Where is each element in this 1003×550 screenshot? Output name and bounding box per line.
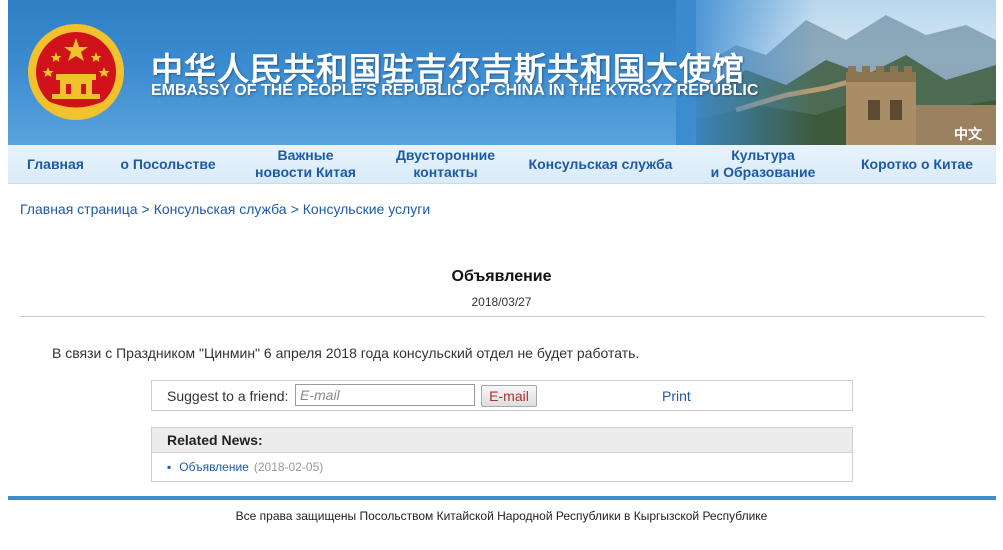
related-news-heading: Related News: (167, 432, 263, 448)
nav-item-china-news[interactable]: Важные новости Китая (233, 145, 378, 183)
list-item: ▪ Объявление (2018-02-05) (167, 460, 323, 474)
article-body: В связи с Праздником "Цинмин" 6 апреля 2… (52, 345, 640, 361)
site-title-en: EMBASSY OF THE PEOPLE'S REPUBLIC OF CHIN… (151, 82, 759, 99)
national-emblem-icon (28, 24, 124, 120)
article-date: 2018/03/27 (471, 295, 532, 309)
nav-item-consular-service[interactable]: Консульская служба (513, 145, 688, 183)
nav-item-about-embassy[interactable]: о Посольстве (103, 145, 233, 183)
breadcrumb-consular-service[interactable]: Консульская служба (154, 201, 287, 217)
related-news-header: Related News: (152, 428, 852, 453)
breadcrumb-home[interactable]: Главная страница (20, 201, 138, 217)
nav-item-home[interactable]: Главная (8, 145, 103, 183)
breadcrumb-separator: > (290, 201, 299, 217)
header-banner: 中华人民共和国驻吉尔吉斯共和国大使馆 EMBASSY OF THE PEOPLE… (8, 0, 996, 145)
breadcrumb: Главная страница > Консульская служба > Конс… (20, 201, 430, 217)
email-button[interactable]: E-mail (481, 385, 537, 407)
breadcrumb-consular-services[interactable]: Консульские услуги (303, 201, 430, 217)
article-divider (20, 316, 985, 317)
language-switch-link[interactable]: 中文 (954, 124, 982, 144)
nav-item-about-china[interactable]: Коротко о Китае (838, 145, 996, 183)
related-news-date: (2018-02-05) (253, 460, 324, 474)
suggest-friend-label: Suggest to a friend: (167, 388, 289, 404)
share-box: Suggest to a friend: E-mail Print (151, 380, 853, 411)
breadcrumb-separator: > (141, 201, 150, 217)
related-news-link[interactable]: Объявление (179, 460, 249, 474)
email-input[interactable] (295, 384, 475, 406)
footer-divider (8, 496, 996, 500)
print-link[interactable]: Print (662, 388, 691, 404)
nav-item-culture-education[interactable]: Культура и Образование (688, 145, 838, 183)
related-news-box: Related News: ▪ Объявление (2018-02-05) (151, 427, 853, 482)
bullet-icon: ▪ (167, 460, 172, 474)
footer-copyright: Все права защищены Посольством Китайской… (235, 509, 768, 523)
nav-item-bilateral-contacts[interactable]: Двусторонние контакты (378, 145, 513, 183)
main-nav: Главная о Посольстве Важные новости Кита… (8, 145, 996, 184)
article-title: Объявление (451, 268, 552, 285)
